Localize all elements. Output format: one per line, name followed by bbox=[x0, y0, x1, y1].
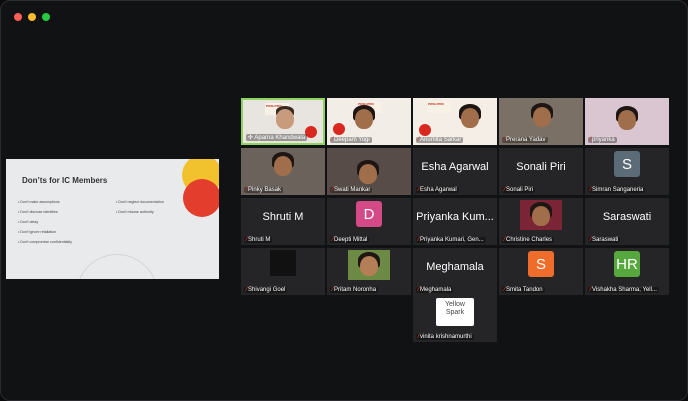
mic-muted-icon: ⁄ bbox=[504, 187, 506, 193]
slide-decoration-ring bbox=[76, 254, 158, 279]
participant-tile[interactable]: Esha Agarwal ⁄Esha Agarwal bbox=[413, 148, 497, 195]
participant-tile[interactable]: Yellow Spark ⁄vinita krishnamurthi bbox=[413, 295, 497, 342]
participant-name: ⁄Swati Mankar bbox=[330, 187, 373, 193]
participant-name: ⁄Sonali Piri bbox=[502, 187, 536, 193]
participant-tile[interactable]: Meghamala ⁄Meghamala bbox=[413, 248, 497, 295]
slide-column-left: Don't make assumptions Don't disclose id… bbox=[18, 197, 72, 247]
participant-name: ⁄Smita Tandon bbox=[502, 287, 545, 293]
participant-tile[interactable]: Priyanka Kum... ⁄Priyanka Kumari, Gen... bbox=[413, 198, 497, 245]
mic-muted-icon: ⁄ bbox=[418, 237, 420, 243]
participant-tile[interactable]: POSH PRO ⁄Anumita Sarkar bbox=[413, 98, 497, 145]
mic-muted-icon: ⁄ bbox=[332, 287, 334, 293]
participant-avatar: S bbox=[528, 251, 554, 277]
profile-photo bbox=[520, 200, 562, 230]
participant-tile[interactable]: ⁄Shivangi Goel bbox=[241, 248, 325, 295]
participant-name: ⁄Shruti M bbox=[244, 237, 273, 243]
slide-bullet: Don't neglect documentation bbox=[116, 197, 163, 207]
participant-name: ✣ Aparna Khandwala bbox=[246, 134, 308, 141]
participant-tile[interactable]: ⁄Pinky Basak bbox=[241, 148, 325, 195]
participant-tile[interactable]: S ⁄Smita Tandon bbox=[499, 248, 583, 295]
mic-muted-icon: ⁄ bbox=[504, 237, 506, 243]
participant-name: ⁄Pinky Basak bbox=[244, 187, 284, 193]
participant-name: ⁄Shivangi Goel bbox=[244, 287, 288, 293]
slide-bullet: Don't disclose identities bbox=[18, 207, 72, 217]
participant-display-name: Esha Agarwal bbox=[421, 161, 489, 173]
slide-bullet: Don't ignore retaliation bbox=[18, 227, 72, 237]
participant-avatar: HR bbox=[614, 251, 640, 277]
profile-photo bbox=[348, 250, 390, 280]
participant-tile[interactable]: Saraswati ⁄Saraswati bbox=[585, 198, 669, 245]
mic-muted-icon: ⁄ bbox=[246, 187, 248, 193]
slide-column-right: Don't neglect documentation Don't misuse… bbox=[116, 197, 164, 217]
slide-bullet: Don't make assumptions bbox=[18, 197, 72, 207]
mic-muted-icon: ⁄ bbox=[246, 287, 248, 293]
participant-tile[interactable]: ⁄priyanka bbox=[585, 98, 669, 145]
participant-name: ⁄vinita krishnamurthi bbox=[416, 334, 474, 340]
participant-name: ⁄Pritam Noronha bbox=[330, 287, 379, 293]
zoom-window: Don’ts for IC Members Don't make assumpt… bbox=[0, 0, 688, 401]
participant-tile[interactable]: Shruti M ⁄Shruti M bbox=[241, 198, 325, 245]
participant-tile[interactable]: HR ⁄Vishakha Sharma; Yell... bbox=[585, 248, 669, 295]
yellow-spark-logo: Yellow Spark bbox=[436, 298, 474, 326]
participant-avatar: D bbox=[356, 201, 382, 227]
participant-name: ⁄Anumita Sarkar bbox=[416, 137, 464, 143]
participant-name: ⁄Meghamala bbox=[416, 287, 454, 293]
participant-name: ⁄Esha Agarwal bbox=[416, 187, 459, 193]
mic-muted-icon: ⁄ bbox=[590, 137, 592, 143]
participant-tile[interactable]: D ⁄Deepti Mittal bbox=[327, 198, 411, 245]
profile-logo bbox=[270, 250, 296, 276]
participant-tile[interactable]: Sonali Piri ⁄Sonali Piri bbox=[499, 148, 583, 195]
mic-muted-icon: ⁄ bbox=[418, 187, 420, 193]
participant-name: ⁄Christine Charles bbox=[502, 237, 555, 243]
slide-bullet: Don't compromise confidentiality bbox=[18, 237, 72, 247]
participant-tile[interactable]: ⁄Prerana Yadav bbox=[499, 98, 583, 145]
participant-tile[interactable]: POSH PRO ✣ Aparna Khandwala bbox=[241, 98, 325, 145]
close-window-button[interactable] bbox=[14, 13, 22, 21]
participant-name: ⁄Deepam Yogi bbox=[330, 137, 372, 143]
participant-display-name: Meghamala bbox=[426, 261, 484, 273]
mic-muted-icon: ⁄ bbox=[246, 237, 248, 243]
participant-name: ⁄Priyanka Kumari, Gen... bbox=[416, 237, 486, 243]
slide-bullet: Don't delay bbox=[18, 217, 72, 227]
participant-tile[interactable]: S ⁄Simran Sanganeria bbox=[585, 148, 669, 195]
participant-avatar: S bbox=[614, 151, 640, 177]
participant-tile[interactable]: POSH PRO ⁄Deepam Yogi bbox=[327, 98, 411, 145]
participant-name: ⁄Saraswati bbox=[588, 237, 621, 243]
window-controls bbox=[14, 13, 50, 21]
participant-name: ⁄Vishakha Sharma; Yell... bbox=[588, 287, 659, 293]
slide-title: Don’ts for IC Members bbox=[22, 176, 108, 185]
mic-muted-icon: ⁄ bbox=[504, 287, 506, 293]
participant-display-name: Priyanka Kum... bbox=[416, 211, 494, 223]
participant-display-name: Saraswati bbox=[602, 211, 652, 223]
slide-bullet: Don't misuse authority bbox=[116, 207, 164, 217]
mic-muted-icon: ⁄ bbox=[332, 237, 334, 243]
posh-banner: POSH PRO bbox=[427, 101, 451, 113]
mic-muted-icon: ⁄ bbox=[332, 137, 334, 143]
mic-muted-icon: ⁄ bbox=[418, 334, 420, 340]
mic-muted-icon: ⁄ bbox=[418, 287, 420, 293]
mic-muted-icon: ⁄ bbox=[590, 287, 592, 293]
fullscreen-window-button[interactable] bbox=[42, 13, 50, 21]
mic-muted-icon: ⁄ bbox=[590, 237, 592, 243]
participant-tile[interactable]: ⁄Swati Mankar bbox=[327, 148, 411, 195]
participant-name: ⁄Simran Sanganeria bbox=[588, 187, 646, 193]
participant-name: ⁄Prerana Yadav bbox=[502, 137, 548, 143]
slide-decoration-red bbox=[183, 179, 219, 217]
shared-screen[interactable]: Don’ts for IC Members Don't make assumpt… bbox=[6, 159, 219, 279]
participant-name: ⁄priyanka bbox=[588, 137, 617, 143]
participant-tile[interactable]: ⁄Christine Charles bbox=[499, 198, 583, 245]
mic-muted-icon: ⁄ bbox=[332, 187, 334, 193]
participant-name: ⁄Deepti Mittal bbox=[330, 237, 370, 243]
minimize-window-button[interactable] bbox=[28, 13, 36, 21]
participant-display-name: Sonali Piri bbox=[516, 161, 566, 173]
participant-display-name: Shruti M bbox=[262, 211, 304, 223]
mic-muted-icon: ⁄ bbox=[590, 187, 592, 193]
mic-muted-icon: ⁄ bbox=[504, 137, 506, 143]
mic-muted-icon: ⁄ bbox=[418, 137, 420, 143]
participant-tile[interactable]: ⁄Pritam Noronha bbox=[327, 248, 411, 295]
